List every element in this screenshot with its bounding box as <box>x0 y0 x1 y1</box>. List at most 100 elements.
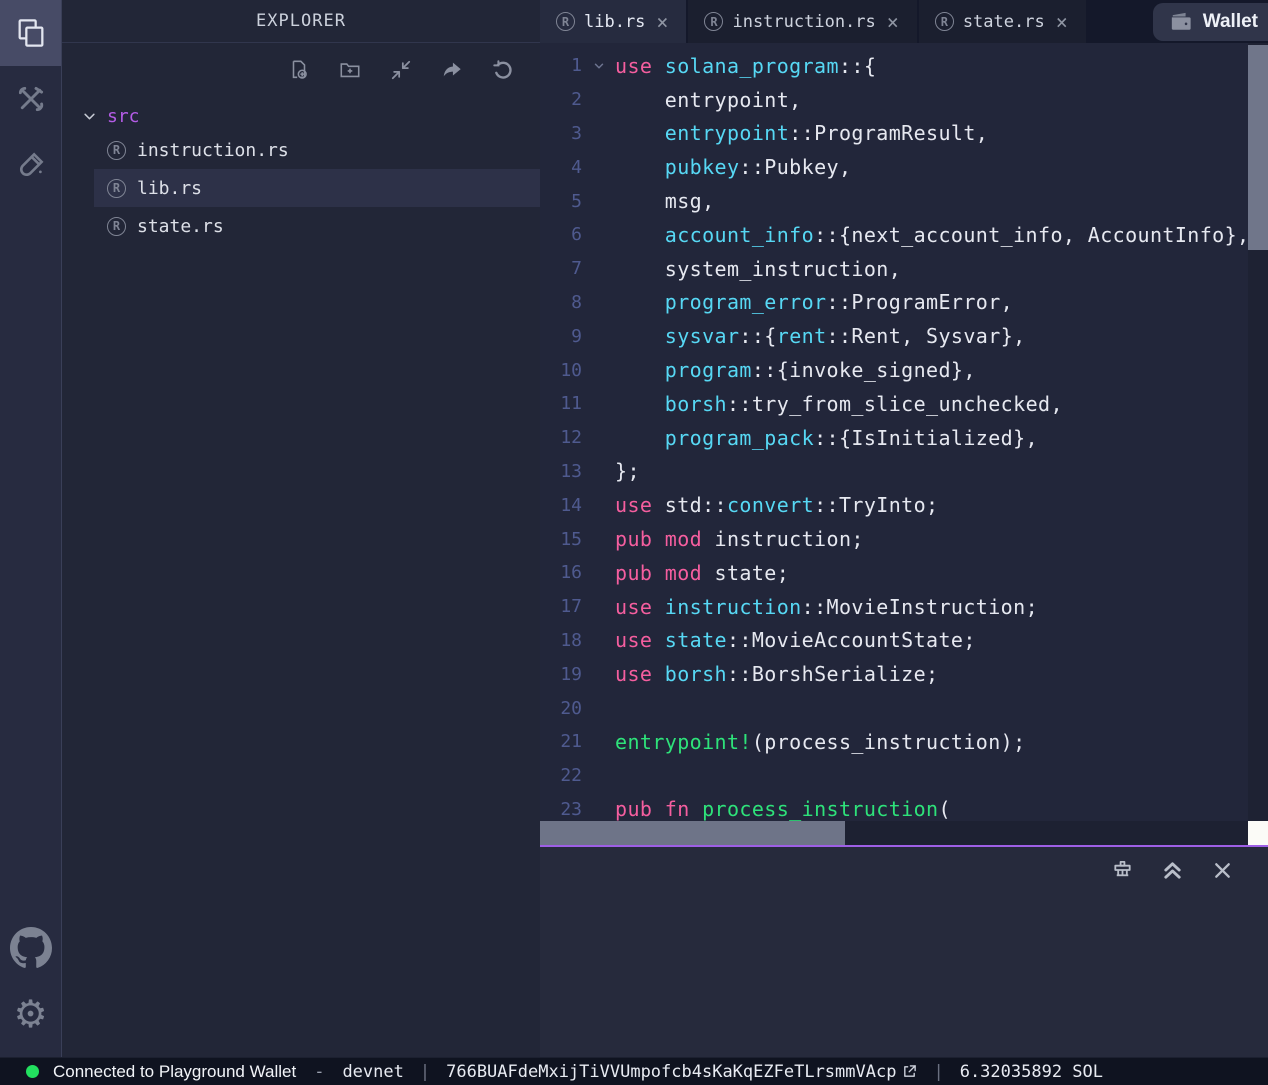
line-text: pub fn process_instruction( <box>615 797 951 821</box>
line-number: 19 <box>540 664 582 685</box>
code-lines: 1use solana_program::{2 entrypoint,3 ent… <box>540 43 1268 826</box>
line-number: 5 <box>540 191 582 212</box>
rust-file-icon: R <box>107 179 126 198</box>
code-line-2: 2 entrypoint, <box>540 83 1268 117</box>
line-number: 14 <box>540 495 582 516</box>
line-text: program::{invoke_signed}, <box>615 358 976 382</box>
file-item-state.rs[interactable]: Rstate.rs <box>94 207 540 245</box>
new-folder-icon[interactable] <box>339 59 361 81</box>
line-text: use state::MovieAccountState; <box>615 628 976 652</box>
activity-build-button[interactable] <box>0 66 61 132</box>
file-label: instruction.rs <box>137 140 289 161</box>
tab-instruction.rs[interactable]: Rinstruction.rs× <box>688 0 918 43</box>
line-number: 11 <box>540 393 582 414</box>
fold-chevron-icon[interactable] <box>582 60 615 72</box>
horizontal-scrollbar-thumb[interactable] <box>540 821 845 845</box>
line-number: 2 <box>540 89 582 110</box>
status-dash: - <box>314 1062 324 1082</box>
terminal-panel <box>540 847 1268 1057</box>
wallet-balance: 6.32035892 SOL <box>960 1062 1103 1082</box>
line-text: use solana_program::{ <box>615 54 876 78</box>
line-number: 12 <box>540 427 582 448</box>
line-text: entrypoint!(process_instruction); <box>615 730 1026 754</box>
code-editor[interactable]: 1use solana_program::{2 entrypoint,3 ent… <box>540 43 1268 845</box>
line-text: entrypoint::ProgramResult, <box>615 121 988 145</box>
close-panel-icon[interactable] <box>1211 859 1234 882</box>
line-number: 7 <box>540 258 582 279</box>
rust-file-icon: R <box>704 12 723 31</box>
horizontal-scrollbar-track[interactable] <box>540 821 1248 845</box>
wallet-address-button[interactable]: 766BUAFdeMxijTiVVUmpofcb4sKaKqEZFeTLrsmm… <box>446 1062 917 1082</box>
line-text: msg, <box>615 189 715 213</box>
line-number: 23 <box>540 799 582 820</box>
connected-dot-icon <box>26 1065 39 1078</box>
wallet-icon <box>1169 11 1193 33</box>
code-line-1: 1use solana_program::{ <box>540 49 1268 83</box>
terminal-output[interactable] <box>540 882 1268 1057</box>
line-number: 10 <box>540 360 582 381</box>
explorer-toolbar <box>62 43 540 87</box>
status-pipe: | <box>420 1062 430 1082</box>
close-icon[interactable]: × <box>885 12 901 32</box>
close-icon[interactable]: × <box>654 12 670 32</box>
tab-state.rs[interactable]: Rstate.rs× <box>919 0 1088 43</box>
line-text: sysvar::{rent::Rent, Sysvar}, <box>615 324 1026 348</box>
line-number: 15 <box>540 529 582 550</box>
chevron-down-icon <box>82 109 97 124</box>
tab-bar: Rlib.rs×Rinstruction.rs×Rstate.rs× Walle… <box>540 0 1268 43</box>
code-line-22: 22 <box>540 759 1268 793</box>
github-button[interactable] <box>10 927 52 969</box>
tab-list: Rlib.rs×Rinstruction.rs×Rstate.rs× <box>540 0 1088 43</box>
code-line-21: 21entrypoint!(process_instruction); <box>540 725 1268 759</box>
line-text: program_pack::{IsInitialized}, <box>615 426 1038 450</box>
line-text: account_info::{next_account_info, Accoun… <box>615 223 1250 247</box>
tab-lib.rs[interactable]: Rlib.rs × <box>540 0 688 43</box>
tab-label: lib.rs <box>584 12 645 32</box>
line-number: 18 <box>540 630 582 651</box>
activity-bar: ⚙ <box>0 0 62 1057</box>
wallet-button-label: Wallet <box>1203 11 1258 33</box>
vertical-scrollbar-thumb[interactable] <box>1248 45 1268 250</box>
file-item-instruction.rs[interactable]: Rinstruction.rs <box>94 131 540 169</box>
external-link-icon[interactable] <box>902 1064 917 1079</box>
code-line-3: 3 entrypoint::ProgramResult, <box>540 117 1268 151</box>
line-text: pub mod instruction; <box>615 527 864 551</box>
code-line-16: 16pub mod state; <box>540 556 1268 590</box>
code-line-19: 19 use borsh::BorshSerialize; <box>540 657 1268 691</box>
file-tree: src Rinstruction.rsRlib.rsRstate.rs <box>62 101 540 245</box>
rust-file-icon: R <box>556 12 575 31</box>
activity-explorer-button[interactable] <box>0 0 61 66</box>
file-label: state.rs <box>137 216 224 237</box>
code-line-14: 14 use std::convert::TryInto; <box>540 488 1268 522</box>
clear-terminal-icon[interactable] <box>1111 859 1134 882</box>
line-text: pubkey::Pubkey, <box>615 155 851 179</box>
share-icon[interactable] <box>441 59 463 81</box>
close-icon[interactable]: × <box>1054 12 1070 32</box>
gear-icon: ⚙ <box>13 992 47 1036</box>
line-text: }; <box>615 459 640 483</box>
tools-icon <box>16 84 46 114</box>
code-line-10: 10 program::{invoke_signed}, <box>540 353 1268 387</box>
file-item-lib.rs[interactable]: Rlib.rs <box>94 169 540 207</box>
vertical-scrollbar-track[interactable] <box>1248 43 1268 821</box>
tab-label: state.rs <box>963 12 1045 32</box>
connection-status[interactable]: Connected to Playground Wallet <box>26 1062 296 1082</box>
settings-button[interactable]: ⚙ <box>13 995 47 1033</box>
files-icon <box>15 17 47 49</box>
wallet-address: 766BUAFdeMxijTiVVUmpofcb4sKaKqEZFeTLrsmm… <box>446 1062 896 1082</box>
new-file-icon[interactable] <box>288 59 310 81</box>
reset-icon[interactable] <box>492 59 514 81</box>
code-line-5: 5 msg, <box>540 184 1268 218</box>
cluster-name[interactable]: devnet <box>342 1062 403 1082</box>
folder-src[interactable]: src <box>62 101 540 131</box>
wallet-button[interactable]: Wallet <box>1153 3 1268 41</box>
collapse-folders-icon[interactable] <box>390 59 412 81</box>
line-number: 16 <box>540 562 582 583</box>
code-line-13: 13}; <box>540 455 1268 489</box>
rust-file-icon: R <box>107 217 126 236</box>
expand-panel-icon[interactable] <box>1161 859 1184 882</box>
line-text: use std::convert::TryInto; <box>615 493 939 517</box>
activity-test-button[interactable] <box>0 132 61 198</box>
code-line-9: 9 sysvar::{rent::Rent, Sysvar}, <box>540 319 1268 353</box>
line-text: use borsh::BorshSerialize; <box>615 662 938 686</box>
